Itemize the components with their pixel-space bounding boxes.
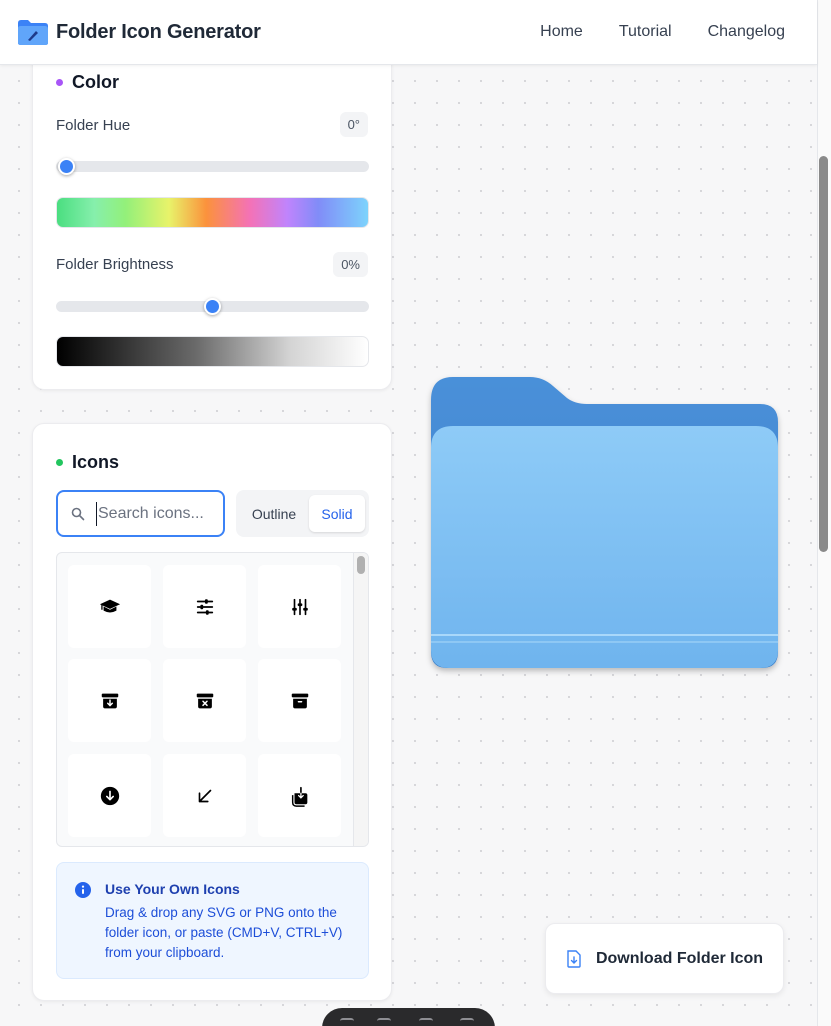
page-scrollbar-thumb[interactable] [819, 156, 828, 552]
nav-home-link[interactable]: Home [540, 23, 583, 41]
toolbar-item-icon[interactable] [340, 1018, 354, 1026]
folder-preview-icon[interactable] [425, 370, 787, 680]
icon-grid-item[interactable] [258, 659, 341, 742]
info-title: Use Your Own Icons [105, 881, 240, 897]
solid-style-button[interactable]: Solid [309, 495, 365, 532]
adjustments-vertical-icon [291, 598, 308, 615]
icon-search-box[interactable] [56, 490, 225, 537]
custom-icons-info: Use Your Own Icons Drag & drop any SVG o… [56, 862, 369, 979]
folder-logo-icon [18, 20, 48, 45]
toolbar-item-icon[interactable] [377, 1018, 391, 1026]
toolbar-item-icon[interactable] [460, 1018, 474, 1026]
nav-changelog-link[interactable]: Changelog [708, 23, 785, 41]
file-download-icon [567, 949, 581, 968]
icon-grid [56, 552, 369, 847]
download-button-label: Download Folder Icon [595, 949, 764, 967]
archive-box-arrow-down-icon [101, 693, 118, 708]
app-title: Folder Icon Generator [56, 21, 261, 43]
icon-grid-item[interactable] [258, 565, 341, 648]
info-icon [75, 882, 91, 898]
icon-grid-item[interactable] [163, 659, 246, 742]
hue-slider-thumb[interactable] [58, 158, 75, 175]
app-header: Folder Icon Generator Home Tutorial Chan… [0, 0, 817, 65]
arrow-down-on-square-icon [291, 786, 307, 807]
hue-value-badge: 0° [339, 112, 368, 137]
icon-grid-item[interactable] [68, 659, 151, 742]
icon-search-input[interactable] [96, 502, 216, 526]
icon-grid-item[interactable] [68, 565, 151, 648]
search-icon [71, 507, 85, 521]
brightness-slider-thumb[interactable] [204, 298, 221, 315]
icon-grid-item[interactable] [163, 565, 246, 648]
archive-box-icon [291, 693, 308, 708]
hue-label: Folder Hue [56, 117, 131, 134]
icon-grid-item[interactable] [163, 754, 246, 837]
brightness-value-badge: 0% [333, 252, 368, 277]
icon-style-toggle: Outline Solid [236, 490, 369, 537]
archive-box-x-mark-icon [196, 693, 213, 708]
main-nav: Home Tutorial Changelog [540, 23, 785, 41]
bottom-toolbar [322, 1008, 495, 1026]
hue-slider[interactable] [56, 161, 369, 172]
color-panel: Color Folder Hue 0° Folder Brightness 0% [32, 40, 392, 390]
info-text: Drag & drop any SVG or PNG onto the fold… [105, 905, 343, 960]
color-section-title: Color [56, 72, 119, 93]
icon-grid-scrollbar-thumb[interactable] [357, 556, 365, 574]
arrow-down-circle-icon [100, 786, 119, 805]
academic-cap-icon [99, 599, 120, 612]
arrow-down-left-icon [198, 789, 211, 802]
icon-grid-scrollbar[interactable] [353, 553, 368, 846]
brightness-gradient-bar [56, 336, 369, 367]
hue-gradient-bar [56, 197, 369, 228]
icons-section-label: Icons [72, 452, 120, 472]
color-section-dot [56, 79, 63, 86]
color-section-label: Color [72, 72, 119, 92]
icons-panel: Icons Outline Solid [32, 423, 392, 1001]
icon-grid-item[interactable] [258, 754, 341, 837]
download-button[interactable]: Download Folder Icon [545, 923, 784, 994]
icons-section-title: Icons [56, 452, 119, 473]
toolbar-item-icon[interactable] [419, 1018, 433, 1026]
icon-grid-item[interactable] [68, 754, 151, 837]
brightness-label: Folder Brightness [56, 256, 174, 273]
outline-style-button[interactable]: Outline [241, 495, 307, 532]
nav-tutorial-link[interactable]: Tutorial [619, 23, 672, 41]
adjustments-horizontal-icon [196, 598, 213, 615]
icons-section-dot [56, 459, 63, 466]
